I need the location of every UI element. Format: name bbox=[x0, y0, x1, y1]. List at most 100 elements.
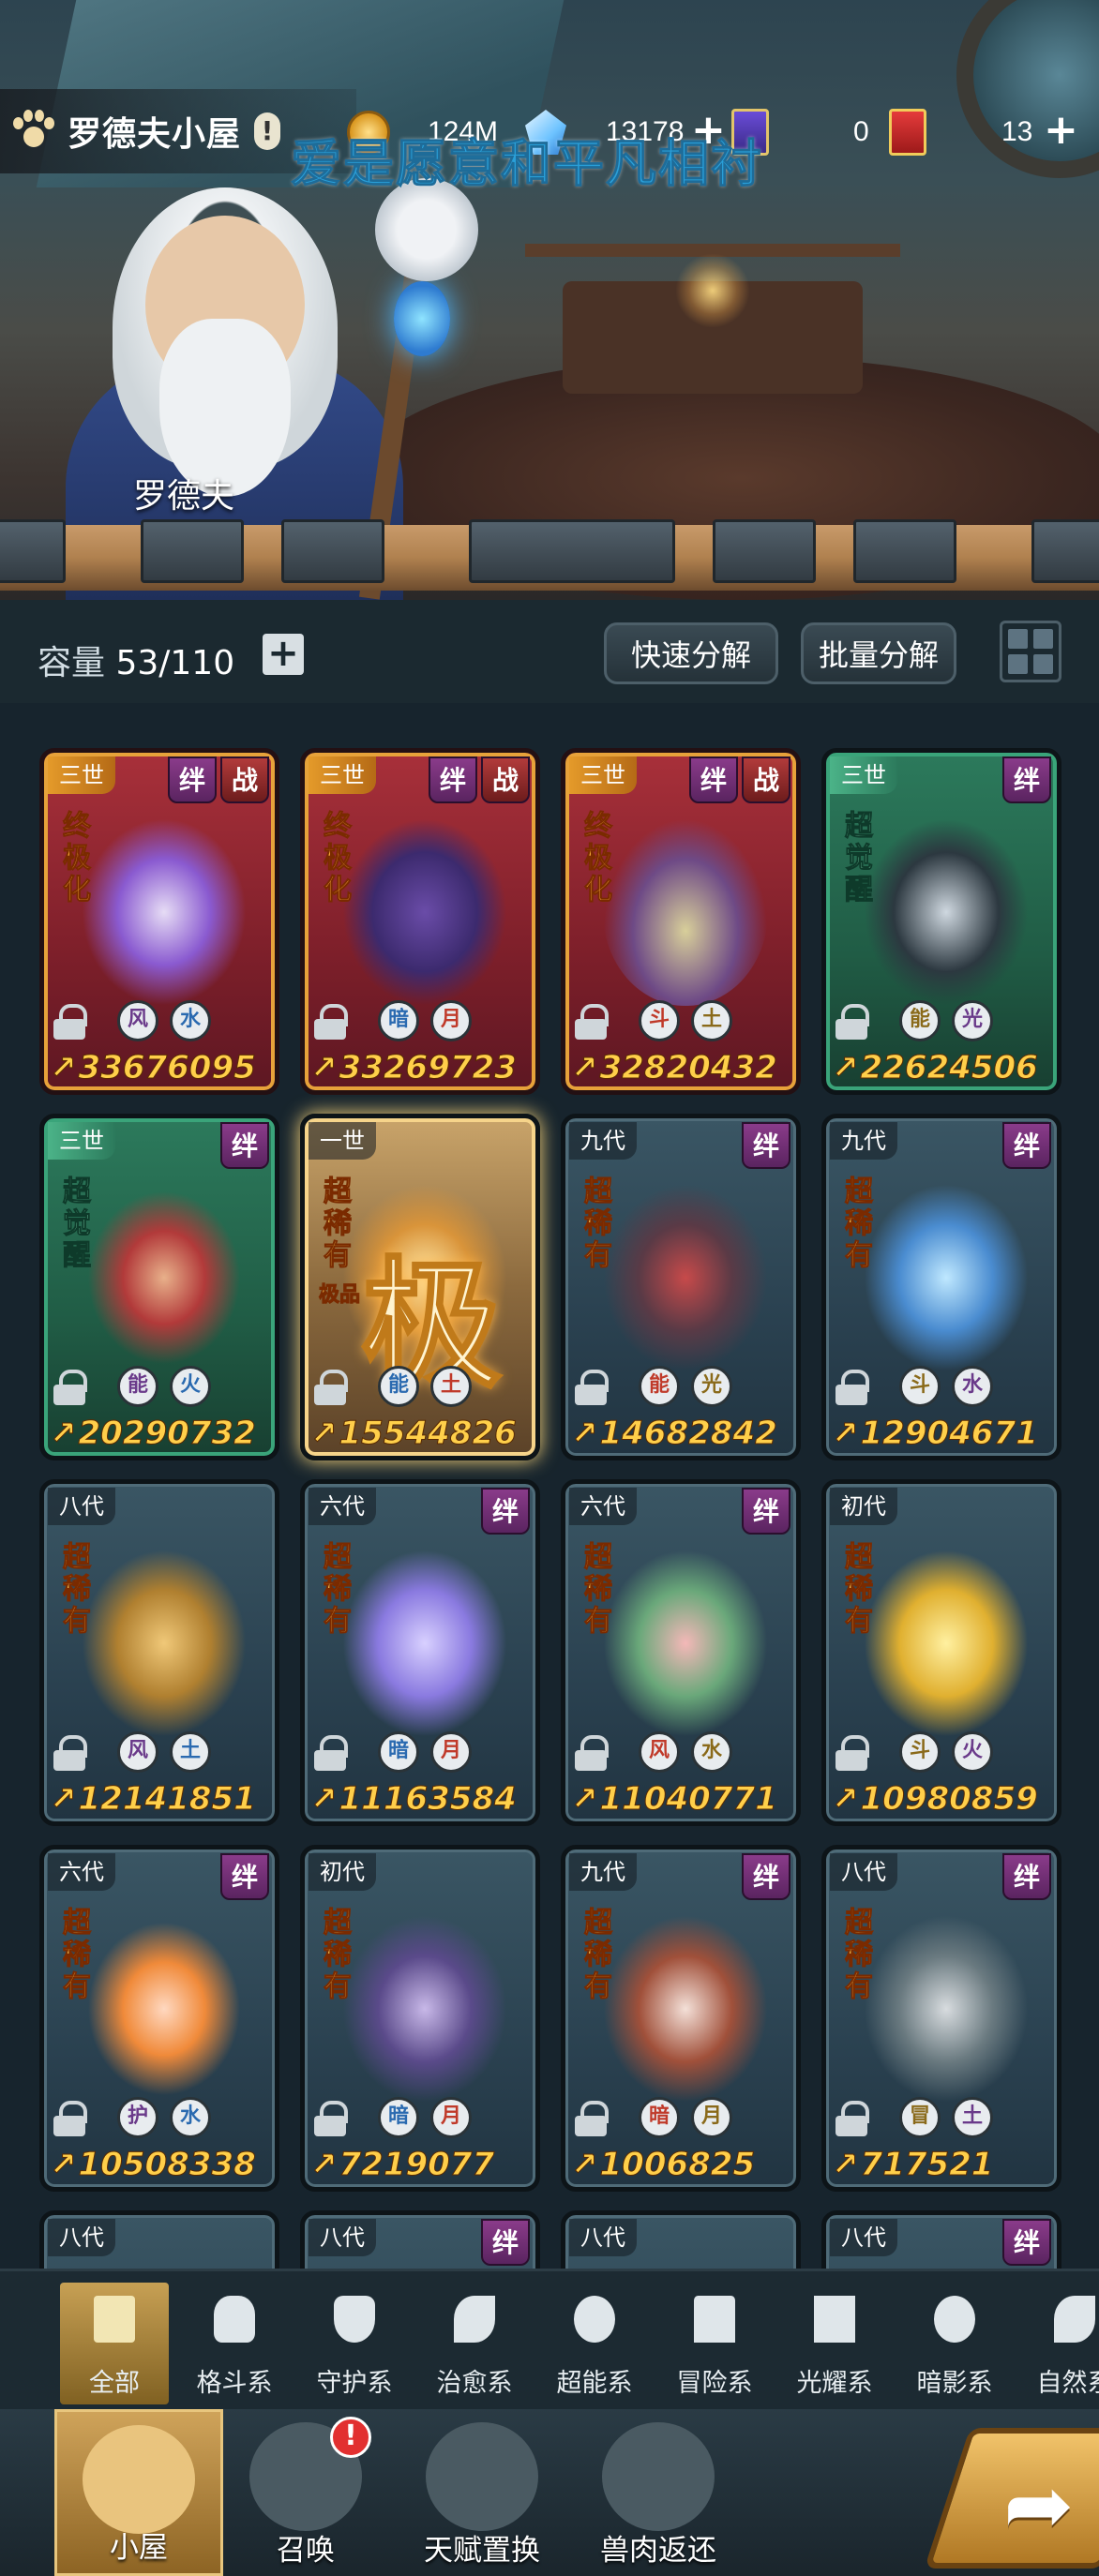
tab-label: 全部 bbox=[89, 2369, 140, 2398]
power-value: 33269723 bbox=[339, 1049, 517, 1087]
bond-badge: 绊 bbox=[1002, 756, 1051, 803]
tab-tower[interactable]: 冒险系 bbox=[660, 2283, 769, 2404]
element-icon: 月 bbox=[430, 1731, 472, 1773]
batch-decompose-button[interactable]: 批量分解 bbox=[801, 622, 956, 684]
pet-card[interactable]: 八代 绊超稀有冒土 ↗717521 bbox=[821, 1845, 1061, 2192]
nav-label: 小屋 bbox=[110, 2531, 168, 2565]
pet-card[interactable]: 九代 绊超稀有斗水 ↗12904671 bbox=[821, 1114, 1061, 1460]
power-value: 11040771 bbox=[599, 1780, 777, 1819]
power-value: 10980859 bbox=[860, 1780, 1038, 1819]
pet-card[interactable]: 八代 绊 bbox=[300, 2210, 540, 2269]
element-icon: 能 bbox=[899, 1000, 941, 1041]
lock-icon[interactable] bbox=[314, 1370, 348, 1405]
pet-card[interactable]: 八代 bbox=[561, 2210, 801, 2269]
bond-badge: 绊 bbox=[1002, 1853, 1051, 1900]
generation-tag: 三世 bbox=[48, 756, 115, 794]
rarity-label: 终极化 bbox=[324, 810, 353, 906]
pet-card[interactable]: 三世 绊战终极化暗月 ↗33269723 bbox=[300, 748, 540, 1095]
element-icon: 能 bbox=[378, 1366, 419, 1407]
nav-cat-house[interactable]: 小屋 bbox=[54, 2409, 223, 2576]
lock-icon[interactable] bbox=[53, 2101, 87, 2136]
tab-label: 冒险系 bbox=[676, 2369, 753, 2398]
lock-icon[interactable] bbox=[314, 1735, 348, 1771]
grid-view-icon[interactable] bbox=[1000, 621, 1061, 682]
tab-shield[interactable]: 守护系 bbox=[300, 2283, 409, 2404]
lock-icon[interactable] bbox=[314, 2101, 348, 2136]
pet-portrait bbox=[864, 818, 1029, 1006]
lock-icon[interactable] bbox=[836, 1004, 869, 1040]
pet-card[interactable]: 三世 绊战终极化斗土 ↗32820432 bbox=[561, 748, 801, 1095]
lock-icon[interactable] bbox=[53, 1735, 87, 1771]
tab-leaf[interactable]: 自然系 bbox=[1020, 2283, 1099, 2404]
expand-capacity-button[interactable]: + bbox=[263, 634, 304, 675]
element-icon: 水 bbox=[170, 1000, 211, 1041]
pet-card[interactable]: 八代 超稀有风土 ↗12141851 bbox=[39, 1479, 279, 1826]
pet-card[interactable]: 一世 超稀有 极品极能土 ↗15544826 bbox=[300, 1114, 540, 1460]
tab-alien[interactable]: 超能系 bbox=[540, 2283, 649, 2404]
tab-label: 暗影系 bbox=[916, 2369, 993, 2398]
pet-card[interactable]: 八代 bbox=[39, 2210, 279, 2269]
candle-light bbox=[675, 253, 750, 328]
lock-icon[interactable] bbox=[575, 2101, 609, 2136]
lock-icon[interactable] bbox=[314, 1004, 348, 1040]
generation-tag: 三世 bbox=[48, 1122, 115, 1160]
generation-tag: 六代 bbox=[48, 1853, 115, 1891]
lock-icon[interactable] bbox=[575, 1004, 609, 1040]
pet-card[interactable]: 六代 绊超稀有暗月 ↗11163584 bbox=[300, 1479, 540, 1826]
element-icon: 光 bbox=[691, 1366, 732, 1407]
npc-name: 罗德夫 bbox=[133, 477, 235, 516]
rarity-label: 超稀有 bbox=[324, 1907, 353, 2003]
pet-card[interactable]: 初代 超稀有斗火 ↗10980859 bbox=[821, 1479, 1061, 1826]
element-icon: 斗 bbox=[639, 1000, 680, 1041]
rarity-label: 终极化 bbox=[63, 810, 92, 906]
pet-card[interactable]: 六代 绊超稀有风水 ↗11040771 bbox=[561, 1479, 801, 1826]
pet-card[interactable]: 三世 绊超觉醒能火 ↗20290732 bbox=[39, 1114, 279, 1460]
card-value: 13 bbox=[1001, 116, 1033, 147]
nav-meat[interactable]: 兽肉返还 bbox=[574, 2409, 743, 2576]
tab-all-blocks[interactable]: 全部 bbox=[60, 2283, 169, 2404]
tab-label: 治愈系 bbox=[436, 2369, 513, 2398]
summon-alert-badge: ! bbox=[330, 2417, 371, 2458]
pet-card[interactable]: 九代 绊超稀有暗月 ↗1006825 bbox=[561, 1845, 801, 2192]
element-icon: 月 bbox=[430, 2097, 472, 2138]
lock-icon[interactable] bbox=[836, 1370, 869, 1405]
pet-card[interactable]: 八代 绊 bbox=[821, 2210, 1061, 2269]
quality-tag: 极品 bbox=[318, 1283, 360, 1308]
tab-sprout[interactable]: 治愈系 bbox=[420, 2283, 529, 2404]
pet-portrait bbox=[342, 1915, 507, 2103]
lock-icon[interactable] bbox=[53, 1370, 87, 1405]
element-icon: 能 bbox=[639, 1366, 680, 1407]
combat-power: ↗11163584 bbox=[310, 1780, 532, 1820]
quick-decompose-button[interactable]: 快速分解 bbox=[604, 622, 778, 684]
generation-tag: 九代 bbox=[569, 1853, 637, 1891]
add-cards-button[interactable]: + bbox=[1042, 110, 1079, 151]
lock-icon[interactable] bbox=[53, 1004, 87, 1040]
element-icon: 土 bbox=[430, 1366, 472, 1407]
tab-fist[interactable]: 格斗系 bbox=[180, 2283, 289, 2404]
element-icon: 冒 bbox=[899, 2097, 941, 2138]
combat-power: ↗32820432 bbox=[571, 1049, 792, 1088]
element-icon: 能 bbox=[117, 1366, 158, 1407]
lock-icon[interactable] bbox=[836, 1735, 869, 1771]
pet-card[interactable]: 九代 绊超稀有能光 ↗14682842 bbox=[561, 1114, 801, 1460]
power-value: 10508338 bbox=[78, 2146, 256, 2184]
info-icon[interactable]: ! bbox=[254, 112, 281, 150]
nav-swap[interactable]: 天赋置换 bbox=[398, 2409, 566, 2576]
paw-icon bbox=[11, 110, 54, 153]
lock-icon[interactable] bbox=[575, 1370, 609, 1405]
combat-power: ↗10508338 bbox=[50, 2146, 271, 2185]
pet-card[interactable]: 三世 绊战终极化风水 ↗33676095 bbox=[39, 748, 279, 1095]
lock-icon[interactable] bbox=[575, 1735, 609, 1771]
tab-star[interactable]: 光耀系 bbox=[780, 2283, 889, 2404]
power-value: 12904671 bbox=[860, 1415, 1038, 1453]
power-arrow-icon: ↗ bbox=[50, 1415, 77, 1453]
pet-card[interactable]: 初代 超稀有暗月 ↗7219077 bbox=[300, 1845, 540, 2192]
pet-portrait bbox=[603, 1915, 768, 2103]
pet-card[interactable]: 六代 绊超稀有护水 ↗10508338 bbox=[39, 1845, 279, 2192]
pet-card[interactable]: 三世 绊超觉醒能光 ↗22624506 bbox=[821, 748, 1061, 1095]
lock-icon[interactable] bbox=[836, 2101, 869, 2136]
power-value: 20290732 bbox=[78, 1415, 256, 1453]
tab-eye[interactable]: 暗影系 bbox=[900, 2283, 1009, 2404]
element-icon: 月 bbox=[691, 2097, 732, 2138]
combat-power: ↗33269723 bbox=[310, 1049, 532, 1088]
